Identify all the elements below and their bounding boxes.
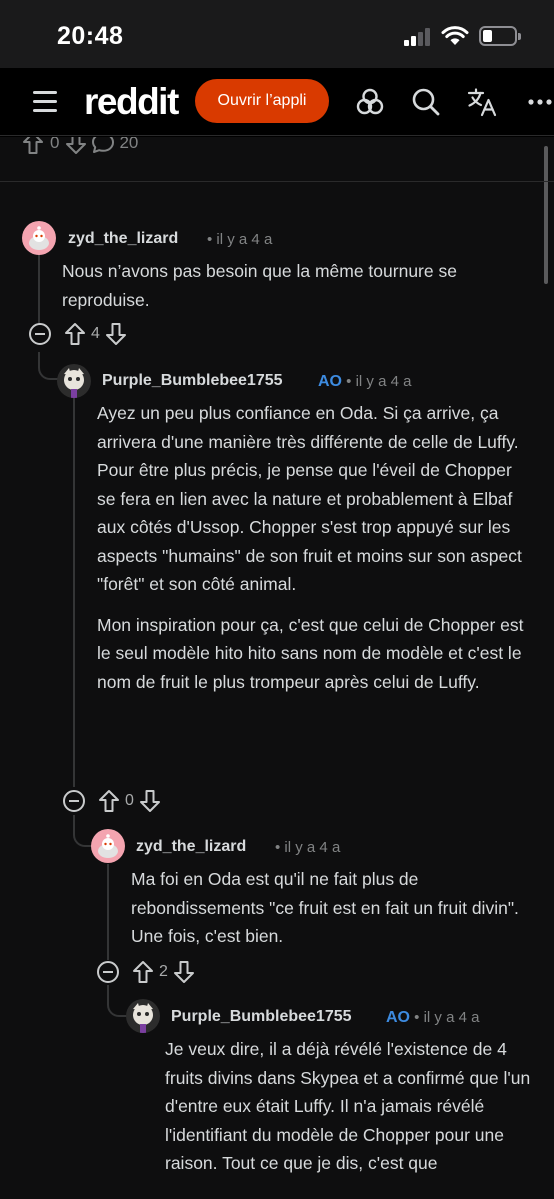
- comment-body: Nous n’avons pas besoin que la même tour…: [62, 261, 457, 310]
- battery-icon: [479, 26, 521, 46]
- post-action-bar: 0 20: [22, 137, 138, 155]
- avatar[interactable]: [126, 999, 160, 1033]
- comment-timestamp: • il y a 4 a: [207, 231, 273, 248]
- status-time: 20:48: [57, 22, 124, 50]
- top-navigation: reddit Ouvrir l’appli: [0, 68, 554, 136]
- downvote-icon[interactable]: [139, 789, 161, 813]
- divider: [0, 181, 554, 182]
- thread-connector: [73, 815, 93, 847]
- collapse-icon[interactable]: [97, 961, 119, 983]
- thread-line: [73, 398, 75, 787]
- scrollbar[interactable]: [544, 146, 548, 284]
- comment-score: 2: [159, 963, 168, 980]
- upvote-icon[interactable]: [22, 137, 44, 155]
- comment-score: 0: [125, 792, 134, 809]
- more-icon[interactable]: [528, 99, 552, 105]
- op-badge: AO: [318, 373, 342, 390]
- comment-actions: 0: [63, 788, 161, 814]
- collapse-icon[interactable]: [29, 323, 51, 345]
- comment-author[interactable]: Purple_Bumblebee1755: [171, 1008, 352, 1026]
- comment-body: Ma foi en Oda est qu'il ne fait plus de …: [131, 869, 519, 946]
- comment-icon[interactable]: [91, 137, 115, 154]
- downvote-icon[interactable]: [173, 960, 195, 984]
- avatar[interactable]: [22, 221, 56, 255]
- comment-timestamp: • il y a 4 a: [414, 1009, 480, 1026]
- post-comment-count: 20: [119, 137, 139, 152]
- status-bar: 20:48: [0, 0, 554, 68]
- wifi-icon: [441, 26, 469, 45]
- comment-body: Ayez un peu plus confiance en Oda. Si ça…: [97, 403, 524, 692]
- comment-meta: AO • il y a 4 a: [386, 1009, 479, 1027]
- op-badge: AO: [386, 1009, 410, 1026]
- comment-author[interactable]: Purple_Bumblebee1755: [102, 372, 283, 390]
- post-score: 0: [50, 137, 60, 152]
- search-icon[interactable]: [411, 87, 441, 117]
- upvote-icon[interactable]: [98, 789, 120, 813]
- comment-meta: AO • il y a 4 a: [318, 373, 411, 391]
- comment-author[interactable]: zyd_the_lizard: [68, 230, 178, 248]
- thread-line: [38, 254, 40, 324]
- comment-score: 4: [91, 325, 100, 342]
- popular-icon[interactable]: [355, 87, 385, 117]
- comment-actions: 4: [29, 321, 127, 347]
- comment-author[interactable]: zyd_the_lizard: [136, 838, 246, 856]
- comment-timestamp: • il y a 4 a: [275, 839, 341, 856]
- comment-feed[interactable]: 0 20 zyd_the_lizard • il y a 4 a Nous n’…: [0, 137, 554, 1199]
- upvote-icon[interactable]: [64, 322, 86, 346]
- collapse-icon[interactable]: [63, 790, 85, 812]
- translate-icon[interactable]: [466, 87, 498, 117]
- comment-timestamp: • il y a 4 a: [346, 373, 412, 390]
- comment-body: Je veux dire, il a déjà révélé l'existen…: [165, 1039, 531, 1173]
- menu-icon[interactable]: [33, 90, 57, 112]
- thread-connector: [107, 985, 127, 1017]
- open-app-button[interactable]: Ouvrir l’appli: [195, 79, 329, 123]
- comment-actions: 2: [97, 959, 195, 985]
- avatar[interactable]: [91, 829, 125, 863]
- cellular-signal-icon: [404, 28, 434, 46]
- reddit-logo[interactable]: reddit: [84, 81, 179, 123]
- thread-line: [107, 864, 109, 960]
- avatar[interactable]: [57, 364, 91, 398]
- downvote-icon[interactable]: [65, 137, 87, 155]
- downvote-icon[interactable]: [105, 322, 127, 346]
- upvote-icon[interactable]: [132, 960, 154, 984]
